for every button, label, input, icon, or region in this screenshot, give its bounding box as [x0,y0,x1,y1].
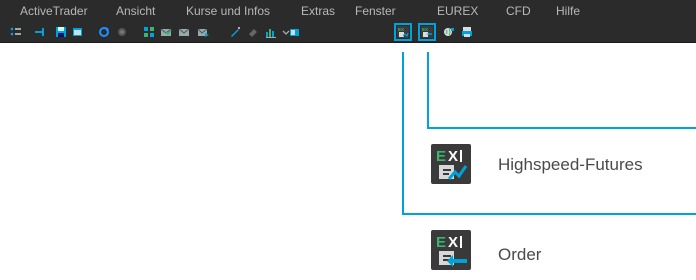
eurex-order-icon[interactable]: EX [418,23,436,41]
highspeed-futures-label: Highspeed-Futures [498,155,643,174]
eurex-print-icon[interactable] [461,26,473,38]
pin-icon[interactable] [34,26,46,38]
save-icon[interactable] [55,26,67,38]
pen-icon[interactable] [229,26,241,38]
menu-hilfe[interactable]: Hilfe [556,4,580,18]
toolbar: EX EX [0,22,696,43]
mail-send-icon[interactable] [197,26,209,38]
eurex-highspeed-futures-icon: E X [431,144,471,184]
rss-icon[interactable] [289,26,301,38]
eurex-order-icon: E X [431,230,471,270]
window-icon[interactable] [72,26,84,38]
menu-eurex[interactable]: EUREX [437,4,478,18]
stop-icon[interactable] [116,26,128,38]
menu-cfd[interactable]: CFD [506,4,531,18]
mail-check-icon[interactable] [160,26,172,38]
eurex-highspeed-futures-icon[interactable]: EX [394,23,412,41]
chart-icon[interactable] [265,26,277,38]
highspeed-futures-connector [427,52,696,129]
menu-activetrader[interactable]: ActiveTrader [20,4,88,18]
menu-extras[interactable]: Extras [301,4,335,18]
refresh-icon[interactable] [98,26,110,38]
globe-icon[interactable] [443,26,455,38]
menu-kurse-und-infos[interactable]: Kurse und Infos [186,4,270,18]
order-label: Order [498,245,542,264]
layout-icon[interactable] [143,26,155,38]
menu-bar: ActiveTrader Ansicht Kurse und Infos Ext… [0,0,696,22]
svg-text:X: X [448,148,458,165]
list-icon[interactable] [10,26,22,38]
menu-fenster[interactable]: Fenster [355,4,396,18]
svg-text:EX: EX [422,27,428,32]
svg-text:X: X [448,234,458,251]
svg-text:E: E [436,148,446,165]
svg-text:EX: EX [398,27,404,32]
order-connector [402,52,696,215]
svg-text:E: E [436,234,446,251]
eraser-icon[interactable] [247,26,259,38]
menu-ansicht[interactable]: Ansicht [116,4,155,18]
mail-icon[interactable] [178,26,190,38]
